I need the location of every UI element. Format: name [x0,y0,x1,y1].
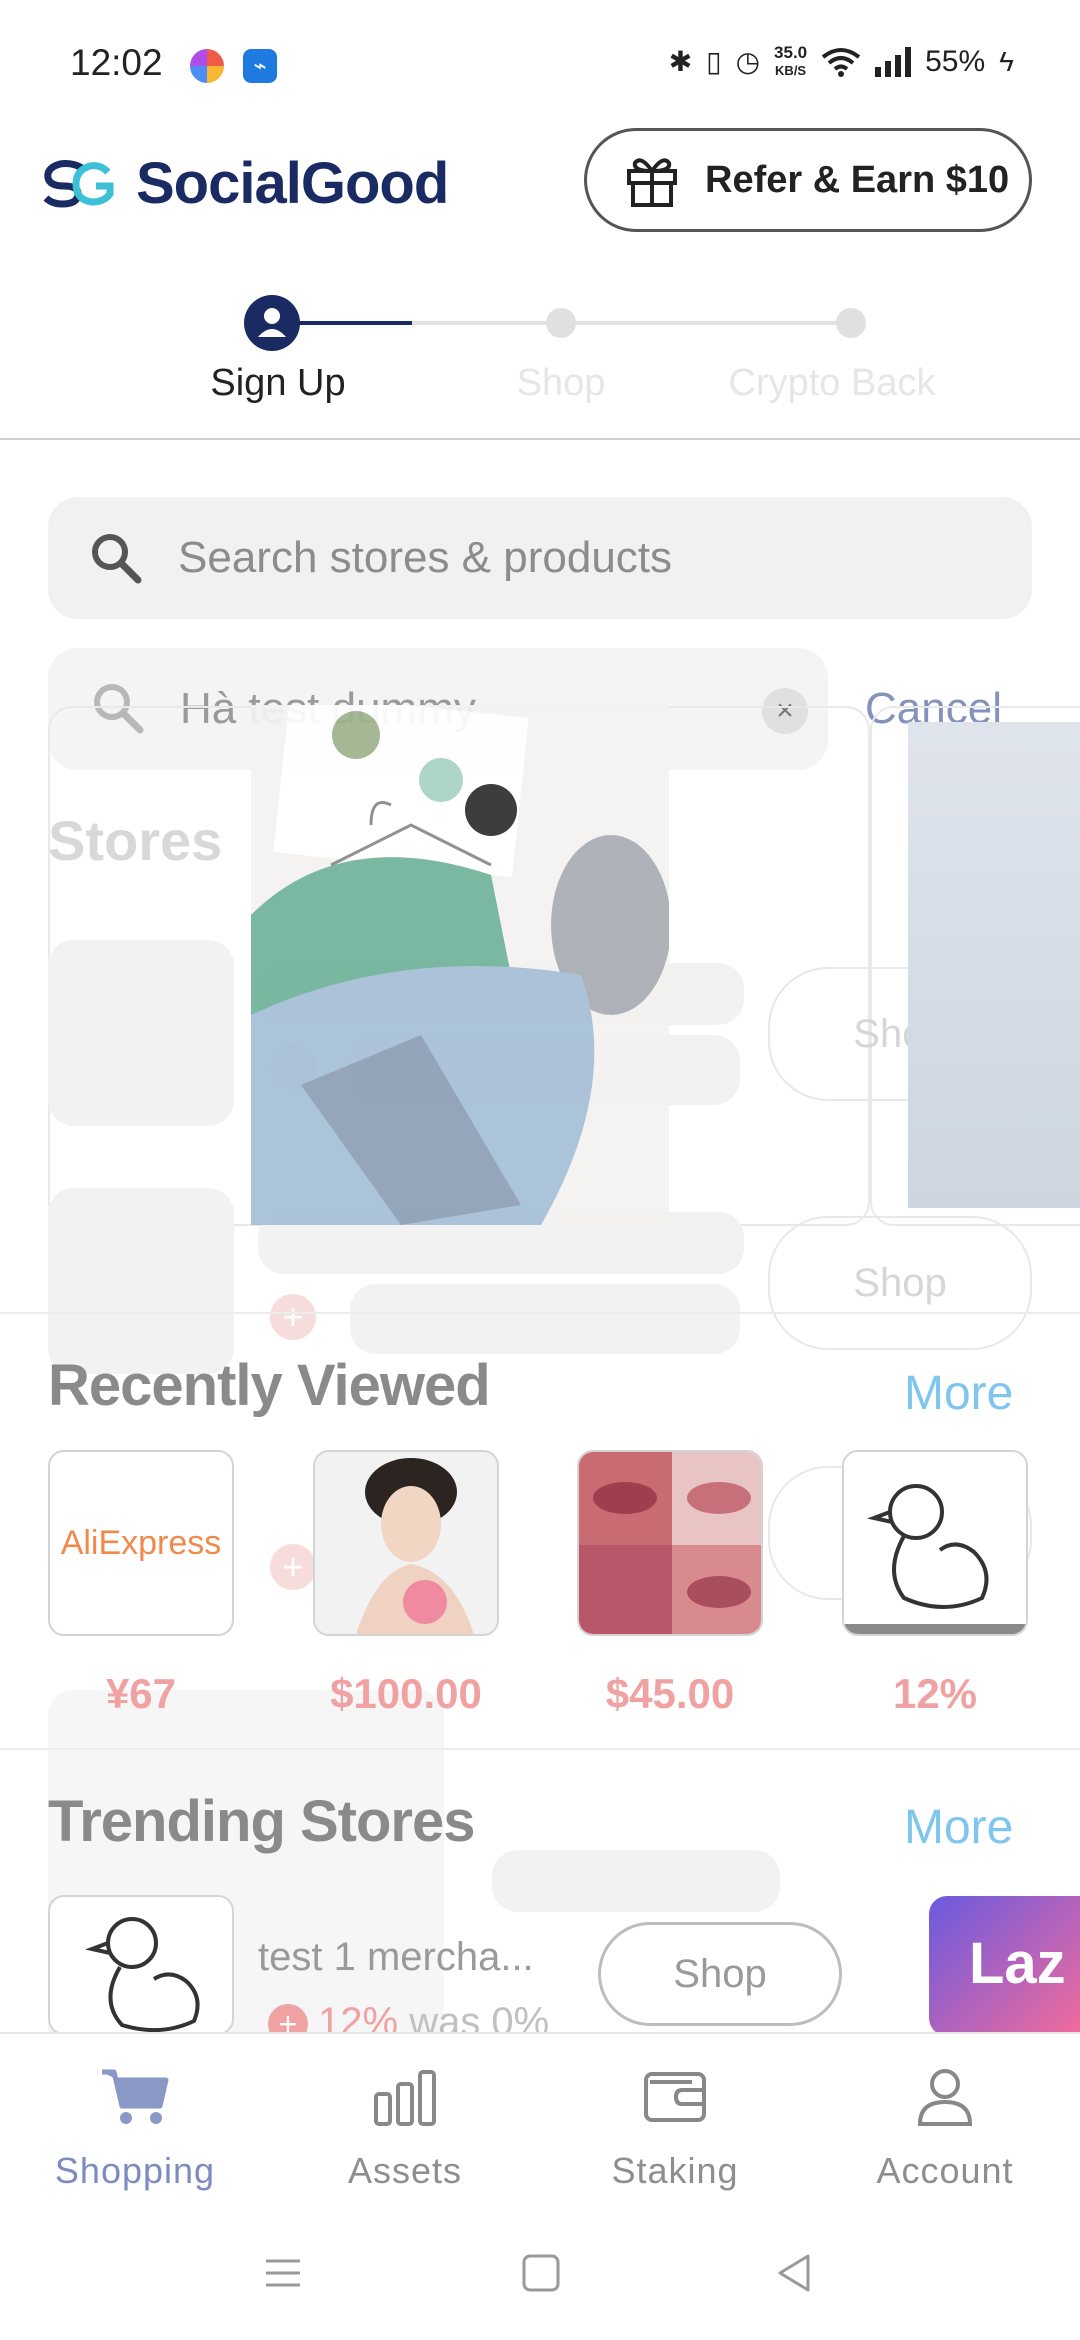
product-photo-partial [908,722,1080,1208]
skeleton-line [350,1284,740,1354]
recently-viewed-item[interactable] [577,1450,763,1636]
nav-label-assets: Assets [347,2150,463,2191]
duck-placeholder-icon [84,1917,200,2033]
network-speed: 35.0 KB/S [774,44,807,79]
search-icon [92,534,142,584]
step-dot-crypto-back [836,308,866,338]
header-divider [0,438,1080,440]
browser-app-icon [190,49,224,83]
plus-icon: + [270,1544,316,1590]
section-divider [0,1748,1080,1750]
step-label-sign-up: Sign Up [210,362,346,404]
onboarding-stepper: Sign Up Shop Crypto Back [0,290,1080,440]
menu-icon[interactable] [262,2252,304,2294]
nav-label-shopping: Shopping [54,2150,216,2191]
socialgood-logo-icon [43,159,114,208]
lazada-logo[interactable]: Laz [929,1896,1080,2036]
skeleton-line [492,1850,780,1912]
account-icon [917,2069,973,2126]
recently-viewed-more-link[interactable]: More [904,1366,1013,1421]
search-placeholder: Search stores & products [178,533,673,582]
step-dot-sign-up [244,295,300,351]
duck-placeholder-icon [844,1452,1026,1634]
bottom-nav: Shopping Assets Staking Account [0,2032,1080,2212]
lazada-logo-text: Laz [969,1931,1066,1996]
aliexpress-logo: AliExpress [60,1524,222,1562]
overlay-divider [0,1312,1080,1314]
net-speed-unit: KB/S [775,63,807,78]
refer-label: Refer & Earn $10 [705,158,1010,201]
skeleton-thumb [48,1188,234,1374]
recently-viewed-item[interactable]: AliExpress [48,1450,234,1636]
nav-label-account: Account [876,2150,1014,2191]
bluetooth-icon: ✱ [668,46,693,77]
clothing-photo-image [251,705,669,1225]
lip-product-image [579,1452,761,1634]
home-icon[interactable] [520,2252,562,2294]
search-bar[interactable]: Search stores & products [48,497,1032,619]
alarm-icon: ◷ [735,46,761,77]
step-label-crypto-back: Crypto Back [728,362,936,404]
cart-icon [102,2069,169,2124]
recently-viewed-price: $100.00 [330,1670,482,1717]
recently-viewed-item[interactable] [842,1450,1028,1636]
user-icon [258,308,286,337]
net-speed-value: 35.0 [774,43,808,62]
charging-icon: ϟ [999,45,1014,77]
product-photo [251,705,669,1225]
recently-viewed-item[interactable] [313,1450,499,1636]
battery-percent: 55% [925,44,986,78]
nav-account[interactable]: Account [810,2034,1080,2214]
bar-chart-icon [374,2070,436,2126]
status-bar: 12:02 ⌁ ✱ ▯ ◷ 35.0 KB/S 55% ϟ [0,0,1080,130]
step-line-pending [412,321,852,325]
nav-shopping[interactable]: Shopping [0,2034,270,2214]
wallet-icon [644,2072,706,2122]
wifi-icon [821,47,861,77]
system-navigation-bar [0,2212,1080,2340]
gift-icon [627,158,677,207]
status-time: 12:02 [70,42,163,83]
nav-staking[interactable]: Staking [540,2034,810,2214]
recently-viewed-price: 12% [892,1670,978,1717]
stores-heading: Stores [48,809,223,872]
app-header: SocialGood Refer & Earn $10 [0,128,1080,238]
portrait-product-image [315,1452,497,1634]
trending-shop-button[interactable]: Shop [598,1922,842,2026]
trending-store-thumb[interactable] [48,1895,234,2035]
brand-name: SocialGood [136,151,449,216]
vibrate-icon: ▯ [706,46,722,77]
refer-earn-button[interactable]: Refer & Earn $10 [584,128,1032,232]
trending-store-name: test 1 mercha... [258,1935,534,1979]
recently-viewed-price: ¥67 [105,1670,177,1717]
step-dot-shop [546,308,576,338]
status-indicators: ✱ ▯ ◷ 35.0 KB/S 55% ϟ [669,44,1014,79]
shop-label: Shop [673,1951,767,1996]
trending-stores-more-link[interactable]: More [904,1800,1013,1855]
trending-stores-title: Trending Stores [48,1789,476,1854]
back-icon[interactable] [774,2252,816,2294]
plus-icon: + [270,1294,316,1340]
recently-viewed-title: Recently Viewed [48,1353,491,1418]
skeleton-thumb [48,940,234,1126]
step-label-shop: Shop [516,362,606,404]
recently-viewed-price: $45.00 [605,1670,735,1717]
usb-icon: ⌁ [243,49,277,83]
signal-icon [875,46,912,77]
skeleton-shop-label: Shop [853,1260,947,1305]
brand-logo: SocialGood [42,150,449,217]
nav-label-staking: Staking [611,2150,739,2191]
skeleton-shop-button: Shop [768,1216,1032,1350]
nav-assets[interactable]: Assets [270,2034,540,2214]
